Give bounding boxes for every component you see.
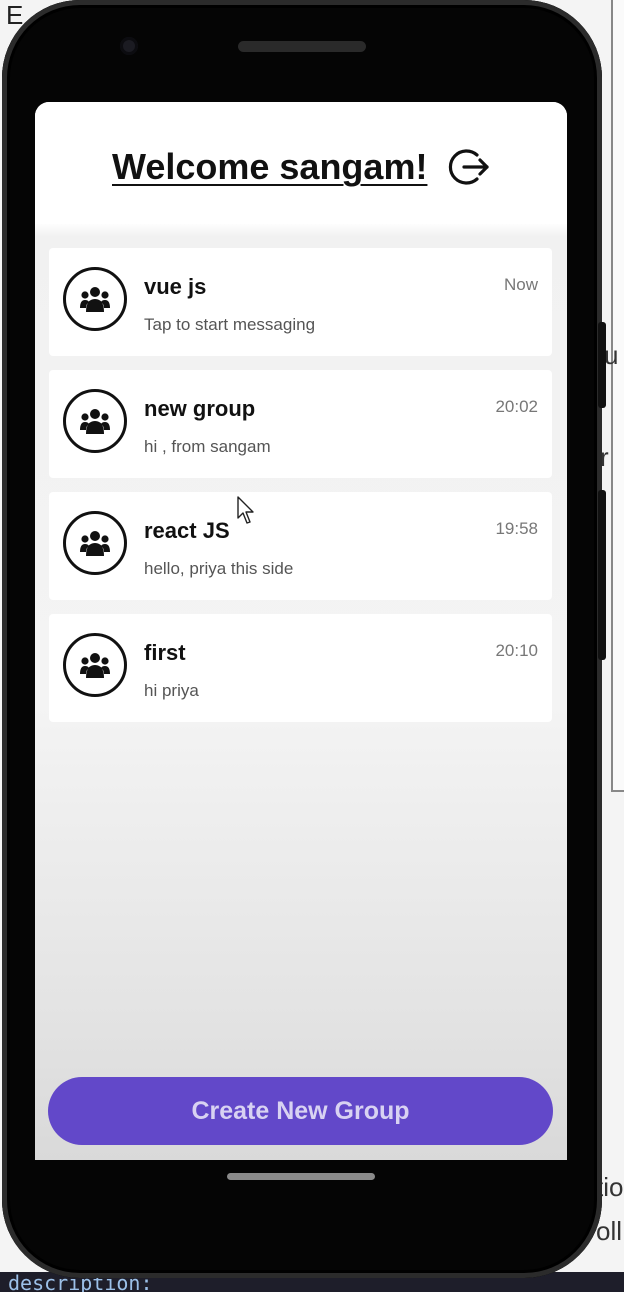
editor-text-fragment: oll bbox=[596, 1216, 623, 1246]
chat-name: react JS bbox=[144, 518, 230, 543]
app-screen: Welcome sangam! vue js Now Tap to start … bbox=[35, 102, 567, 1160]
chat-time: 19:58 bbox=[495, 519, 538, 538]
group-avatar bbox=[63, 633, 127, 697]
mouse-cursor-icon bbox=[237, 496, 257, 531]
group-avatar bbox=[63, 389, 127, 453]
chat-last-message: Tap to start messaging bbox=[144, 315, 316, 334]
page-title: Welcome sangam! bbox=[112, 146, 428, 187]
chat-item-react-js[interactable]: react JS 19:58 hello, priya this side bbox=[49, 492, 552, 600]
chat-item-new-group[interactable]: new group 20:02 hi , from sangam bbox=[49, 370, 552, 478]
chat-last-message: hi , from sangam bbox=[144, 437, 271, 456]
editor-text-fragment: u bbox=[604, 340, 619, 370]
chat-last-message: hello, priya this side bbox=[144, 559, 294, 578]
phone-frame: Welcome sangam! vue js Now Tap to start … bbox=[2, 0, 602, 1278]
chat-time: Now bbox=[503, 275, 538, 294]
create-new-group-button[interactable]: Create New Group bbox=[48, 1077, 553, 1145]
power-button bbox=[598, 322, 606, 408]
editor-side-panel bbox=[611, 0, 624, 792]
chat-name: first bbox=[144, 640, 186, 665]
chat-name: vue js bbox=[144, 274, 207, 299]
chat-last-message: hi priya bbox=[144, 681, 199, 700]
logout-icon[interactable] bbox=[447, 145, 491, 189]
home-indicator[interactable] bbox=[227, 1173, 375, 1180]
app-header: Welcome sangam! bbox=[35, 102, 567, 224]
group-avatar bbox=[63, 511, 127, 575]
group-icon bbox=[80, 287, 110, 312]
group-icon bbox=[80, 531, 110, 556]
chat-name: new group bbox=[144, 396, 256, 421]
chat-item-first[interactable]: first 20:10 hi priya bbox=[49, 614, 552, 722]
camera-lens bbox=[120, 37, 138, 55]
volume-button bbox=[598, 490, 606, 660]
group-avatar bbox=[63, 267, 127, 331]
chat-time: 20:10 bbox=[495, 641, 538, 660]
chat-item-vue-js[interactable]: vue js Now Tap to start messaging bbox=[49, 248, 552, 356]
group-icon bbox=[80, 409, 110, 434]
chat-time: 20:02 bbox=[495, 397, 538, 416]
speaker-grille bbox=[238, 41, 366, 52]
group-icon bbox=[80, 653, 110, 678]
